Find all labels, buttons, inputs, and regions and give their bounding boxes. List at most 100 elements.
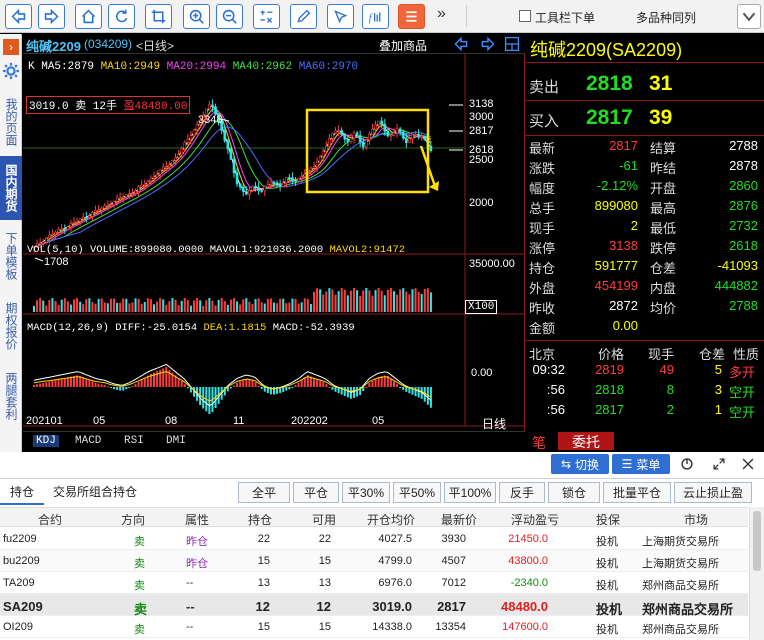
pencil-icon[interactable] — [290, 4, 317, 29]
tab-orders[interactable]: 委托 — [558, 432, 614, 450]
fx-icon[interactable]: f — [362, 4, 389, 29]
gear-icon[interactable] — [2, 62, 20, 80]
toolbar-order-checkbox[interactable] — [519, 10, 531, 22]
cloud-stop-button[interactable]: 云止损止盈 — [674, 482, 752, 503]
volume-bar — [97, 298, 100, 312]
tab-kdj[interactable]: KDJ — [33, 435, 59, 447]
switch-button[interactable]: ⇆ 切换 — [551, 454, 609, 474]
col-avg-price[interactable]: 开仓均价 — [367, 511, 415, 528]
col-last-price[interactable]: 最新价 — [441, 511, 477, 528]
table-cell: 12 — [255, 599, 270, 614]
zoom-out-icon[interactable] — [216, 4, 243, 29]
table-row[interactable]: OI209 卖 -- 15 15 14338.0 13354 147600.0 投机 郑州商品交易… — [0, 616, 748, 638]
home-icon[interactable] — [75, 4, 102, 29]
tab-rsi[interactable]: RSI — [124, 435, 144, 447]
tab-tick[interactable]: 笔 — [532, 433, 546, 453]
sidebar-item-domestic-futures[interactable]: 国内期货 — [0, 156, 22, 220]
layout-icon[interactable] — [504, 36, 520, 52]
batch-close-button[interactable]: 批量平仓 — [603, 482, 671, 503]
chart-prev-icon[interactable] — [453, 36, 469, 52]
col-position[interactable]: 持仓 — [248, 511, 272, 528]
sidebar-item-option-quote[interactable]: 期权报价 — [0, 294, 22, 358]
table-cell: OI209 — [3, 621, 33, 633]
menu-button[interactable]: ☰ 菜单 — [612, 454, 670, 474]
crop-icon[interactable] — [145, 4, 172, 29]
volume-bar — [245, 298, 248, 312]
macd-bar — [116, 387, 119, 390]
restore-icon[interactable] — [680, 457, 694, 471]
multi-product-label[interactable]: 多品种同列 — [636, 9, 696, 26]
chart-period-tag[interactable]: <日线> — [136, 37, 174, 54]
ask-price[interactable]: 2818 — [586, 72, 633, 96]
tab-combo-positions[interactable]: 交易所组合持仓 — [53, 481, 137, 503]
close-icon[interactable] — [741, 457, 755, 471]
table-cell: 投机 — [596, 536, 618, 548]
refresh-icon[interactable] — [108, 4, 135, 29]
col-contract[interactable]: 合约 — [38, 511, 62, 528]
indicator-tab-bar: KDJ MACD RSI DMI — [23, 431, 525, 450]
col-available[interactable]: 可用 — [312, 511, 336, 528]
macd-bar — [239, 381, 242, 387]
zoom-in-icon[interactable] — [183, 4, 210, 29]
kline-chart-panel[interactable]: 纯碱2209 (034209) <日线> 叠加商品 K MA5:2879 MA1… — [23, 34, 525, 450]
candle-body — [288, 177, 291, 179]
macd-bar — [159, 369, 162, 387]
volume-bar — [208, 298, 211, 312]
stat-label: 昨结 — [650, 161, 677, 176]
chart-next-icon[interactable] — [480, 36, 496, 52]
table-row[interactable]: SA209 卖 -- 12 12 3019.0 2817 48480.0 投机 郑州商品交易所 — [0, 594, 748, 617]
list-icon[interactable] — [398, 4, 425, 29]
sidebar-item-my-page[interactable]: 我的页面 — [0, 90, 22, 154]
scrollbar-thumb[interactable] — [753, 511, 761, 571]
tab-macd[interactable]: MACD — [75, 435, 101, 447]
col-float-pnl[interactable]: 浮动盈亏 — [511, 511, 559, 528]
close-50-button[interactable]: 平50% — [393, 482, 441, 503]
close-30-button[interactable]: 平30% — [342, 482, 390, 503]
macd-bar — [165, 367, 168, 387]
more-icon[interactable]: » — [437, 5, 446, 23]
col-hedge[interactable]: 投保 — [596, 511, 620, 528]
stat-value: 2860 — [729, 178, 758, 193]
sidebar-item-order-template[interactable]: 下单模板 — [0, 224, 22, 288]
reverse-button[interactable]: 反手 — [499, 482, 545, 503]
volume-bar — [359, 295, 362, 312]
volume-bar — [346, 295, 349, 312]
collapse-icon[interactable]: › — [3, 39, 19, 55]
col-direction[interactable]: 方向 — [121, 511, 145, 528]
close-position-button[interactable]: 平仓 — [293, 482, 339, 503]
close-100-button[interactable]: 平100% — [444, 482, 496, 503]
table-row[interactable]: fu2209 卖 昨仓 22 22 4027.5 3930 21450.0 投机 上海期货交易所 — [0, 528, 748, 550]
stat-label: 均价 — [650, 301, 677, 316]
close-all-button[interactable]: 全平 — [238, 482, 290, 503]
tab-dmi[interactable]: DMI — [166, 435, 186, 447]
candle-body — [226, 140, 230, 150]
table-row[interactable]: TA209 卖 -- 13 13 6976.0 7012 -2340.0 投机 郑州商品交易所 — [0, 572, 748, 594]
col-market[interactable]: 市场 — [684, 511, 708, 528]
pin-icon[interactable] — [327, 4, 354, 29]
sidebar-item-spread-arbitrage[interactable]: 两腿套利 — [0, 364, 22, 428]
candle-body — [75, 221, 79, 223]
candle-body — [361, 141, 365, 148]
candle-body — [137, 186, 140, 192]
col-attribute[interactable]: 属性 — [185, 511, 209, 528]
volume-bar — [106, 303, 109, 312]
volume-bar — [420, 293, 423, 312]
vertical-scrollbar[interactable] — [749, 507, 764, 640]
formula-icon[interactable] — [253, 4, 280, 29]
arrow-left-icon[interactable] — [5, 4, 32, 29]
tab-positions[interactable]: 持仓 — [0, 481, 44, 505]
volume-bar — [202, 305, 205, 312]
table-cell: 2817 — [437, 599, 466, 614]
candle-body — [414, 134, 417, 136]
table-row[interactable]: bu2209 卖 昨仓 15 15 4799.0 4507 43800.0 投机 上海期货交易所 — [0, 550, 748, 572]
arrow-right-icon[interactable] — [38, 4, 65, 29]
expand-icon[interactable] — [712, 457, 726, 471]
overlay-product-button[interactable]: 叠加商品 — [379, 37, 427, 54]
volume-bar — [42, 300, 45, 312]
bid-price[interactable]: 2817 — [586, 106, 633, 130]
volume-bar — [396, 294, 399, 312]
lock-button[interactable]: 锁仓 — [548, 482, 600, 503]
volume-bar — [196, 298, 199, 312]
macd-bar — [285, 387, 288, 391]
dropdown-button[interactable] — [737, 4, 761, 29]
